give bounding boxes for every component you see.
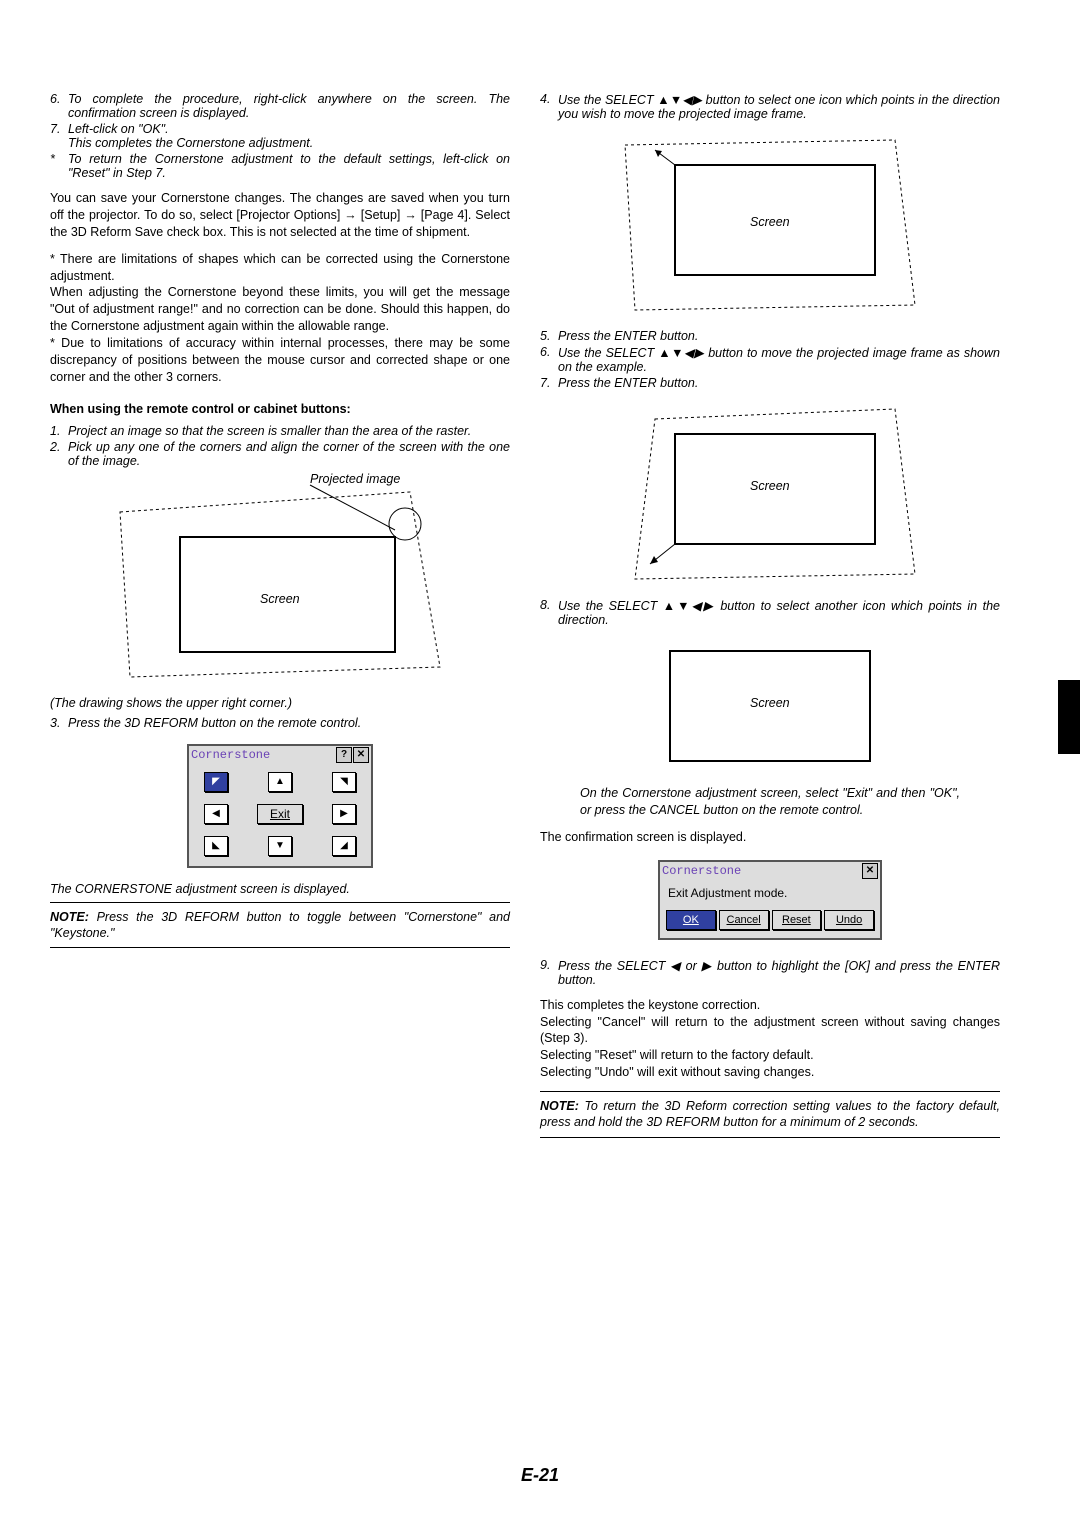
exit-dialog: Cornerstone ✕ Exit Adjustment mode. OK C…: [658, 860, 882, 940]
left-column: 6. To complete the procedure, right-clic…: [50, 90, 510, 1144]
projected-image-label: Projected image: [310, 472, 400, 486]
remote-step-2: 2. Pick up any one of the corners and al…: [50, 440, 510, 468]
remote-step-5: 5. Press the ENTER button.: [540, 329, 1000, 343]
note1-rule-top: [50, 902, 510, 903]
exit-instruction: On the Cornerstone adjustment screen, se…: [580, 785, 960, 819]
step-7-line1: Left-click on "OK".: [68, 122, 169, 136]
step-6: 6. To complete the procedure, right-clic…: [50, 92, 510, 120]
exit-dialog-title: Cornerstone: [662, 864, 861, 878]
page-number: E-21: [0, 1465, 1080, 1486]
para-limits: * There are limitations of shapes which …: [50, 251, 510, 386]
note2-rule-top: [540, 1091, 1000, 1092]
note-1-text: Press the 3D REFORM button to toggle bet…: [50, 910, 510, 940]
remote-step-7: 7. Press the ENTER button.: [540, 376, 1000, 390]
exit-dialog-titlebar: Cornerstone ✕: [660, 862, 880, 880]
remote-step-9: 9. Press the SELECT ◀ or ▶ button to hig…: [540, 958, 1000, 987]
note1-rule-bottom: [50, 947, 510, 948]
undo-button[interactable]: Undo: [824, 910, 874, 930]
note2-rule-bottom: [540, 1137, 1000, 1138]
remote-step-8: 8. Use the SELECT ▲▼◀▶ button to select …: [540, 598, 1000, 627]
remote-step-1: 1. Project an image so that the screen i…: [50, 424, 510, 438]
para-save: You can save your Cornerstone changes. T…: [50, 190, 510, 241]
exit-button[interactable]: Exit: [257, 804, 303, 824]
remote-step-4: 4. Use the SELECT ▲▼◀▶ button to select …: [540, 92, 1000, 121]
two-column-layout: 6. To complete the procedure, right-clic…: [50, 90, 1030, 1144]
note-1: NOTE: Press the 3D REFORM button to togg…: [50, 909, 510, 942]
screen-label-2: Screen: [750, 215, 790, 229]
arrow-upright-button[interactable]: ◥: [332, 772, 356, 792]
arrow-downright-button[interactable]: ◢: [332, 836, 356, 856]
reset-button[interactable]: Reset: [772, 910, 822, 930]
figure-step7: Screen: [620, 404, 920, 584]
confirmation-line: The confirmation screen is displayed.: [540, 829, 1000, 846]
arrow-down-button[interactable]: ▼: [268, 836, 292, 856]
screen-label: Screen: [260, 592, 300, 606]
arrow-downleft-button[interactable]: ◣: [204, 836, 228, 856]
note-2-text: To return the 3D Reform correction setti…: [540, 1099, 1000, 1129]
screen-label-4: Screen: [750, 696, 790, 710]
page: 6. To complete the procedure, right-clic…: [0, 0, 1080, 1526]
figure-step4: Screen: [620, 135, 920, 315]
arrow-left-button[interactable]: ◀: [204, 804, 228, 824]
figure-step8: Screen: [660, 641, 880, 771]
exit-dialog-message: Exit Adjustment mode.: [660, 880, 880, 906]
cornerstone-arrow-grid: ◤ ▲ ◥ ◀ Exit ▶ ◣ ▼ ◢: [189, 764, 371, 866]
figure-projected-image: Screen Projected image: [110, 482, 450, 682]
note-2: NOTE: To return the 3D Reform correction…: [540, 1098, 1000, 1131]
remote-step-3: 3. Press the 3D REFORM button on the rem…: [50, 716, 510, 730]
arrow-right-button[interactable]: ▶: [332, 804, 356, 824]
ok-button[interactable]: OK: [666, 910, 716, 930]
cornerstone-dialog-title: Cornerstone: [191, 748, 335, 762]
exit-close-icon[interactable]: ✕: [862, 863, 878, 879]
cornerstone-dialog-titlebar: Cornerstone ? ✕: [189, 746, 371, 764]
arrow-up-button[interactable]: ▲: [268, 772, 292, 792]
cancel-button[interactable]: Cancel: [719, 910, 769, 930]
close-icon[interactable]: ✕: [353, 747, 369, 763]
exit-dialog-buttons: OK Cancel Reset Undo: [660, 906, 880, 938]
cornerstone-dialog: Cornerstone ? ✕ ◤ ▲ ◥ ◀ Exit ▶ ◣ ▼ ◢: [187, 744, 373, 868]
para-complete: This completes the keystone correction. …: [540, 997, 1000, 1081]
step-star: * To return the Cornerstone adjustment t…: [50, 152, 510, 180]
step-7-line2: This completes the Cornerstone adjustmen…: [68, 136, 313, 150]
remote-step-6: 6. Use the SELECT ▲▼◀▶ button to move th…: [540, 345, 1000, 374]
arrow-upleft-button[interactable]: ◤: [204, 772, 228, 792]
side-tab: [1058, 680, 1080, 754]
right-column: 4. Use the SELECT ▲▼◀▶ button to select …: [540, 90, 1000, 1144]
cornerstone-dialog-caption: The CORNERSTONE adjustment screen is dis…: [50, 882, 510, 896]
help-icon[interactable]: ?: [336, 747, 352, 763]
screen-label-3: Screen: [750, 479, 790, 493]
remote-control-heading: When using the remote control or cabinet…: [50, 402, 510, 416]
step-7: 7. Left-click on "OK". This completes th…: [50, 122, 510, 150]
figure1-caption: (The drawing shows the upper right corne…: [50, 696, 510, 710]
